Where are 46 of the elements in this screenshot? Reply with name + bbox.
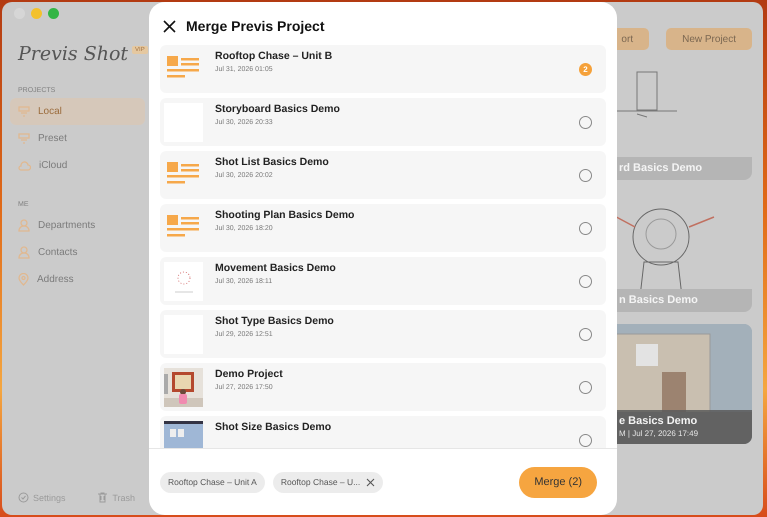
radio-button[interactable] (579, 380, 592, 394)
selected-project-chip: Rooftop Chase – Unit A (160, 472, 265, 492)
card-meta: M | Jul 27, 2026 17:49 (619, 429, 700, 438)
app-logo: Previs Shot (18, 43, 128, 65)
settings-icon (18, 492, 29, 503)
sidebar-item[interactable]: Address (10, 266, 145, 293)
card-title: e Basics Demo (619, 415, 698, 427)
sidebar-item[interactable]: Contacts (10, 239, 145, 266)
selection-order-badge[interactable]: 2 (579, 62, 592, 76)
project-name: Shooting Plan Basics Demo (215, 209, 356, 221)
project-name: Movement Basics Demo (215, 262, 337, 274)
project-row[interactable]: Shot Size Basics Demo (160, 416, 606, 448)
card-title: n Basics Demo (619, 294, 699, 306)
cloud-icon (18, 160, 31, 170)
layers-icon (18, 106, 30, 118)
radio-button[interactable] (579, 274, 592, 288)
trash-icon (97, 492, 108, 503)
project-name: Shot Size Basics Demo (215, 421, 332, 433)
merge-button[interactable]: Merge (2) (519, 466, 597, 498)
radio-button[interactable] (579, 116, 592, 128)
radio-button[interactable] (579, 222, 592, 234)
dialog-title: Merge Previs Project (186, 18, 325, 34)
close-button[interactable] (163, 20, 176, 32)
sidebar-item[interactable]: Departments (10, 212, 145, 239)
project-name: Shot List Basics Demo (215, 156, 330, 168)
zoom-window-button[interactable] (48, 8, 59, 19)
person-icon (18, 246, 30, 259)
sketch-thumbnail (164, 262, 203, 300)
project-name: Storyboard Basics Demo (215, 103, 341, 115)
card-title: rd Basics Demo (619, 162, 704, 174)
layers-icon (18, 132, 30, 144)
project-name: Shot Type Basics Demo (215, 315, 335, 327)
project-name: Demo Project (215, 368, 284, 380)
sidebar-item[interactable]: Local (10, 98, 145, 125)
project-name: Rooftop Chase – Unit B (215, 50, 334, 62)
door-sketch-drawing (616, 71, 678, 119)
radio-button[interactable] (579, 328, 592, 340)
radio-button[interactable] (579, 168, 592, 182)
sidebar-item[interactable]: Preset (10, 125, 145, 152)
remove-icon[interactable] (366, 478, 376, 486)
sidebar-item[interactable]: iCloud (10, 152, 145, 179)
selected-project-chip: Rooftop Chase – U... (272, 472, 384, 492)
radio-button[interactable] (579, 434, 592, 446)
person-icon (18, 219, 30, 232)
location-pin-icon (18, 273, 29, 286)
toolbar-button[interactable]: New Project (666, 28, 752, 50)
